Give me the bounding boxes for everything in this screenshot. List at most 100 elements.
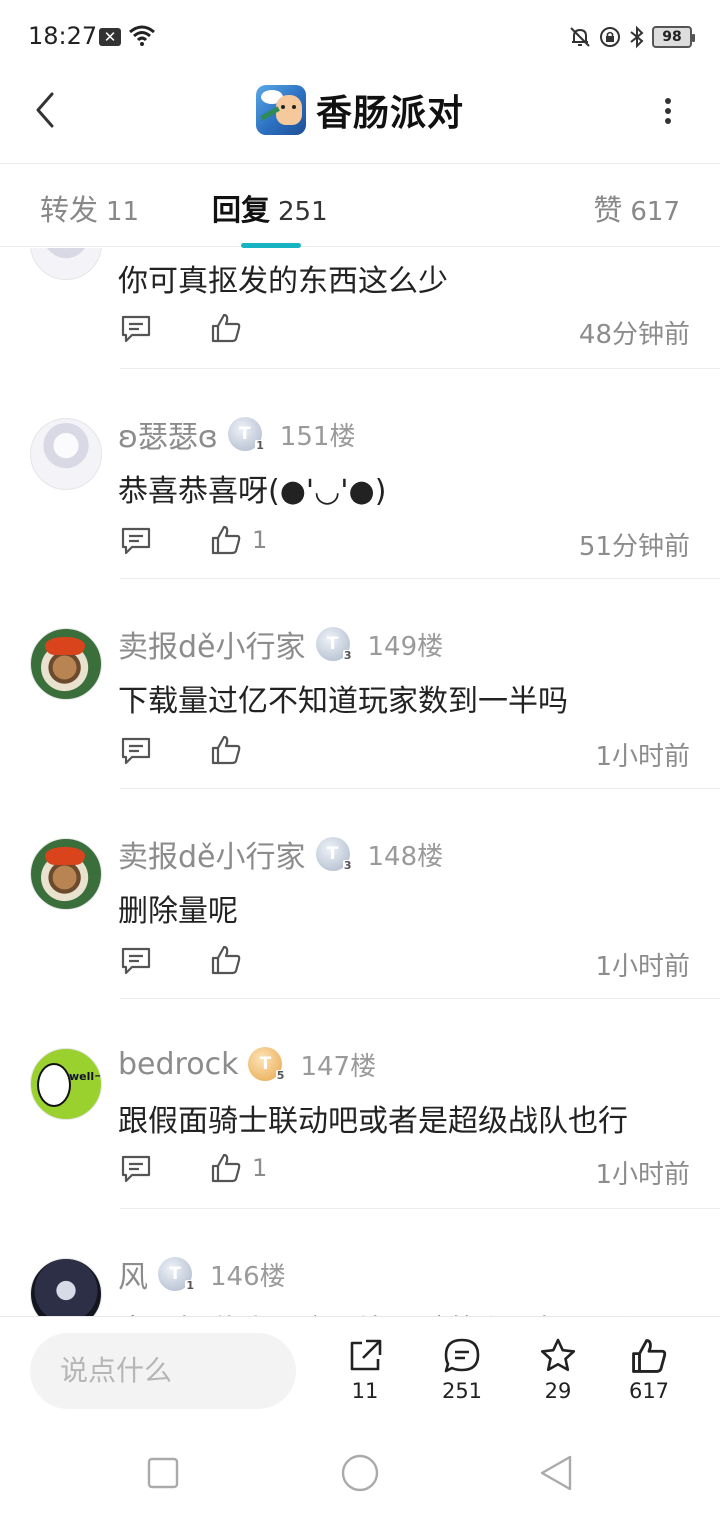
comment-text: 恭喜恭喜呀(●'◡'●) <box>118 474 387 509</box>
title-area: 香肠派对 <box>0 84 720 136</box>
like-count: 1 <box>252 526 268 554</box>
favorite-button[interactable]: 29 <box>523 1337 593 1403</box>
app-logo <box>255 85 306 135</box>
user-name[interactable]: ʚ瑟瑟ɞ <box>118 412 218 456</box>
title-bar: 香肠派对 <box>0 72 720 164</box>
comment-actions: 48分钟前 <box>118 310 690 350</box>
star-icon <box>540 1338 576 1372</box>
comment-header: 卖报dě小行家 T3 148楼 <box>118 832 444 876</box>
user-avatar[interactable] <box>30 1048 102 1120</box>
user-name[interactable]: 风 <box>118 1252 148 1296</box>
tab-like-count: 617 <box>630 197 680 227</box>
level-number: 3 <box>342 649 353 662</box>
tab-repost[interactable]: 转发 11 <box>40 187 139 229</box>
comment-header: 卖报dě小行家 T3 149楼 <box>118 622 444 666</box>
comment-item: bedrock T5 147楼 跟假面骑士联动吧或者是超级战队也行 1 1小时前 <box>0 1000 720 1210</box>
reply-icon[interactable] <box>120 736 152 766</box>
divider <box>120 788 720 789</box>
divider <box>120 1208 720 1209</box>
reply-icon[interactable] <box>120 314 152 344</box>
page-title: 香肠派对 <box>315 93 464 134</box>
thumbs-up-icon <box>211 945 241 975</box>
user-avatar[interactable] <box>30 838 102 910</box>
comment-time: 1小时前 <box>595 952 690 982</box>
thumbs-up-icon <box>211 525 241 555</box>
comment-item: 卖报dě小行家 T3 149楼 下载量过亿不知道玩家数到一半吗 1小时前 <box>0 580 720 790</box>
like-count: 617 <box>628 1379 670 1403</box>
tab-reply[interactable]: 回复 251 <box>212 187 328 229</box>
system-nav-bar <box>0 1426 720 1520</box>
level-badge-icon: T1 <box>158 1257 195 1292</box>
user-avatar[interactable] <box>30 1258 102 1316</box>
floor-number: 151楼 <box>279 421 356 452</box>
comment-actions: 1小时前 <box>118 942 690 982</box>
like-button[interactable] <box>210 944 252 976</box>
comment-input[interactable]: 说点什么 <box>30 1333 296 1409</box>
status-time: 18:27 <box>28 22 98 50</box>
user-avatar[interactable] <box>30 418 102 490</box>
floor-number: 148楼 <box>367 841 444 872</box>
comment-header: 风 T1 146楼 <box>118 1252 286 1296</box>
tab-reply-count: 251 <box>278 197 328 227</box>
like-button[interactable] <box>210 312 252 344</box>
like-count: 1 <box>252 1154 268 1182</box>
status-icons: 98 <box>568 24 695 50</box>
like-button[interactable]: 1 <box>210 1152 267 1184</box>
comment-bubble-icon <box>444 1338 480 1373</box>
back-triangle-icon[interactable] <box>538 1454 574 1492</box>
reply-icon[interactable] <box>120 1154 152 1184</box>
comment-header: bedrock T5 147楼 <box>118 1044 376 1084</box>
comment-time: 1小时前 <box>595 742 690 772</box>
level-badge-icon: T5 <box>248 1047 286 1082</box>
comment-actions: 1小时前 <box>118 732 690 772</box>
tab-like-label: 赞 <box>593 193 623 227</box>
level-number: 3 <box>342 859 353 872</box>
user-name[interactable]: 卖报dě小行家 <box>118 622 306 666</box>
bottom-action-bar: 说点什么 11 251 29 617 <box>0 1316 720 1426</box>
notification-x-icon: ✕ <box>99 28 121 46</box>
comment-button[interactable]: 251 <box>427 1337 497 1403</box>
level-badge-icon: T1 <box>227 417 265 452</box>
comment-text: 良心好游戏，这不比隔壁的和平好吗，没 <box>118 1306 658 1316</box>
comment-text: 下载量过亿不知道玩家数到一半吗 <box>118 684 568 719</box>
tab-repost-label: 转发 <box>40 193 99 227</box>
level-number: 5 <box>275 1069 286 1082</box>
user-name[interactable]: bedrock <box>118 1047 238 1082</box>
comment-time: 48分钟前 <box>578 320 690 350</box>
mute-bell-icon <box>570 27 590 47</box>
user-avatar[interactable] <box>30 628 102 700</box>
level-badge-icon: T3 <box>315 837 353 872</box>
floor-number: 147楼 <box>300 1051 377 1082</box>
like-button[interactable]: 1 <box>210 524 267 556</box>
tab-reply-label: 回复 <box>212 193 271 227</box>
divider <box>120 578 720 579</box>
thumbs-up-icon <box>211 735 241 765</box>
more-options-icon[interactable] <box>660 96 676 126</box>
home-icon[interactable] <box>340 1453 380 1493</box>
recent-apps-icon[interactable] <box>146 1456 180 1490</box>
comment-count: 251 <box>441 1379 483 1403</box>
lock-rotation-icon <box>600 27 620 47</box>
comment-item: ʚ瑟瑟ɞ T1 151楼 恭喜恭喜呀(●'◡'●) 1 51分钟前 <box>0 370 720 580</box>
wifi-icon <box>129 25 155 46</box>
repost-button[interactable]: 11 <box>330 1337 400 1403</box>
like-post-button[interactable]: 617 <box>614 1337 684 1403</box>
level-number: 1 <box>255 439 265 452</box>
comment-time: 1小时前 <box>595 1160 690 1190</box>
comment-header: ʚ瑟瑟ɞ T1 151楼 <box>118 412 356 456</box>
reply-icon[interactable] <box>120 946 152 976</box>
thumbs-up-icon <box>211 313 241 343</box>
comment-list[interactable]: 你可真抠发的东西这么少 48分钟前 ʚ瑟瑟ɞ T1 151楼 恭喜恭喜呀(●'◡… <box>0 248 720 1316</box>
repost-count: 11 <box>351 1379 379 1403</box>
battery-indicator: 98 <box>652 26 695 48</box>
bluetooth-icon <box>630 25 644 49</box>
floor-number: 149楼 <box>367 631 444 662</box>
like-button[interactable] <box>210 734 252 766</box>
tab-repost-count: 11 <box>106 197 140 227</box>
favorite-count: 29 <box>544 1379 572 1403</box>
reply-icon[interactable] <box>120 526 152 556</box>
tab-bar: 转发 11 回复 251 赞 617 <box>0 165 720 248</box>
user-name[interactable]: 卖报dě小行家 <box>118 832 306 876</box>
tab-like[interactable]: 赞 617 <box>593 187 680 229</box>
user-avatar[interactable] <box>30 248 102 280</box>
